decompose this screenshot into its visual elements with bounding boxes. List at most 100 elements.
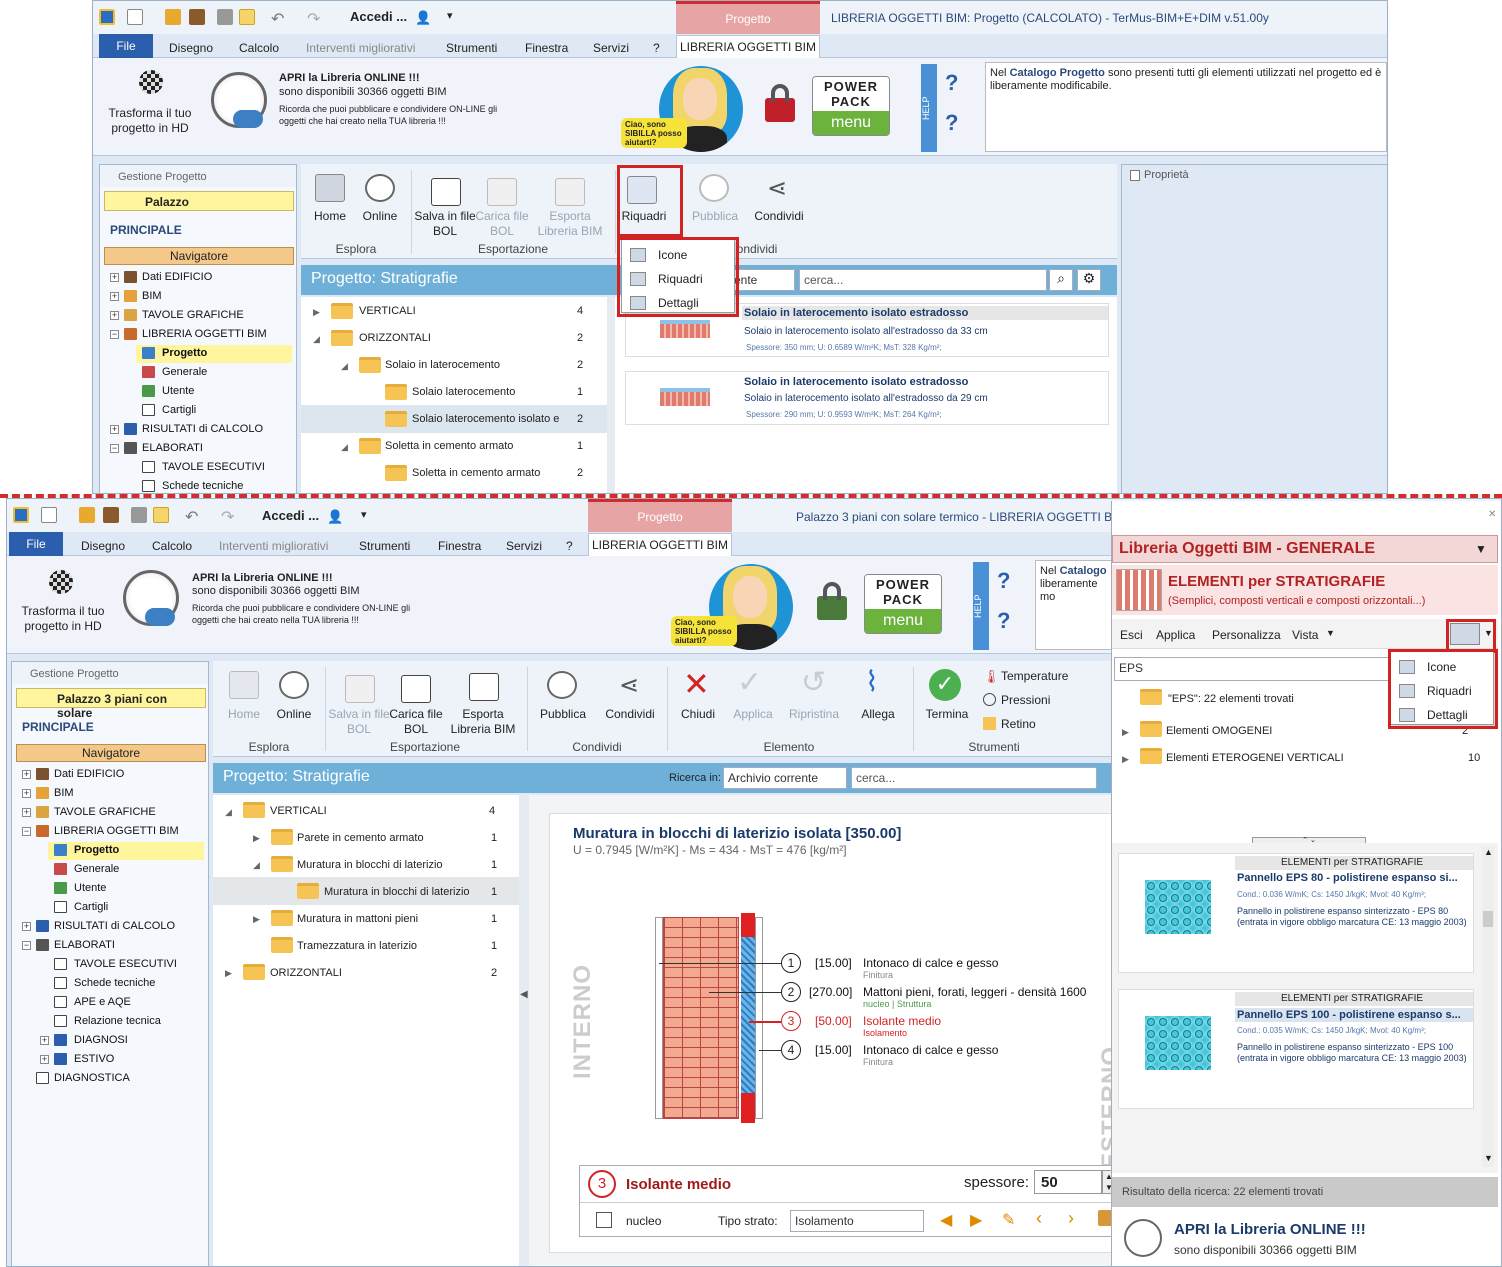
menu-vista[interactable]: Vista (1292, 628, 1318, 642)
app-logo-icon[interactable] (99, 9, 115, 25)
tree-risultati[interactable]: RISULTATI di CALCOLO (54, 920, 175, 932)
menu-calcolo[interactable]: Calcolo (152, 539, 192, 553)
material-card[interactable]: ELEMENTI per STRATIGRAFIE Pannello EPS 1… (1118, 989, 1474, 1109)
tree-tavole[interactable]: TAVOLE GRAFICHE (142, 309, 244, 321)
layer-num[interactable]: 1 (781, 953, 801, 973)
hd-icon[interactable] (139, 70, 163, 94)
search-input[interactable]: cerca... (851, 767, 1097, 789)
retino-button[interactable]: Retino (1001, 717, 1036, 732)
tree-tavole[interactable]: TAVOLE GRAFICHE (54, 806, 156, 818)
menu-servizi[interactable]: Servizi (506, 539, 542, 553)
scroll-thumb[interactable] (1483, 911, 1493, 927)
redo-icon[interactable]: ↷ (307, 9, 320, 29)
collapse-arrow[interactable]: ◢ (341, 442, 348, 453)
help-tab[interactable]: HELP (921, 64, 937, 152)
redo-icon[interactable]: ↷ (221, 507, 234, 527)
load-bol-button[interactable]: Carica file BOL (473, 209, 531, 239)
expand-arrow[interactable]: ▶ (313, 307, 320, 318)
tree-elaborati[interactable]: ELABORATI (142, 442, 203, 454)
online-footer[interactable]: APRI la Libreria ONLINE !!! sono disponi… (1112, 1211, 1498, 1266)
menu-strumenti[interactable]: Strumenti (446, 41, 497, 55)
print-icon[interactable] (217, 9, 233, 25)
save-bol-button[interactable]: Salva in file BOL (327, 707, 391, 737)
vista-dropdown-icon[interactable]: ▼ (1326, 628, 1335, 638)
save-icon[interactable] (103, 507, 119, 523)
tree-ape[interactable]: APE e AQE (74, 996, 131, 1008)
expand-box[interactable]: + (40, 1036, 49, 1045)
help-question-icon[interactable]: ? (945, 70, 958, 96)
help-video-icon[interactable]: ? (997, 608, 1010, 634)
power-pack-button[interactable]: POWER PACK menu (812, 76, 890, 136)
tree-relazione[interactable]: Relazione tecnica (74, 1015, 161, 1027)
expand-arrow[interactable]: ▶ (253, 833, 260, 844)
home-button[interactable]: Home (305, 209, 355, 224)
expand-box[interactable]: + (110, 292, 119, 301)
menu-finestra[interactable]: Finestra (525, 41, 568, 55)
user-icon[interactable]: 👤 (415, 10, 431, 26)
menu-help[interactable]: ? (566, 539, 573, 553)
tree-libreria[interactable]: LIBRERIA OGGETTI BIM (142, 328, 267, 340)
transform-hd-button[interactable]: Trasforma il tuo progetto in HD (105, 106, 195, 136)
hd-icon[interactable] (49, 570, 73, 594)
tree-tavole-esecutivi[interactable]: TAVOLE ESECUTIVI (74, 958, 177, 970)
folder-label[interactable]: Parete in cemento armato (297, 832, 424, 844)
nucleo-checkbox[interactable] (596, 1212, 612, 1228)
splitter[interactable] (519, 795, 529, 1266)
add-after-icon[interactable]: ▶ (970, 1210, 982, 1230)
applica-button[interactable]: Applica (725, 707, 781, 722)
spessore-input[interactable]: 50 (1034, 1170, 1102, 1194)
user-icon[interactable]: 👤 (327, 509, 343, 525)
scroll-down-icon[interactable]: ▼ (1484, 1153, 1493, 1163)
expand-box[interactable]: + (110, 425, 119, 434)
library-search-input[interactable]: EPS (1114, 657, 1390, 681)
menu-calcolo[interactable]: Calcolo (239, 41, 279, 55)
folder-label[interactable]: VERTICALI (270, 805, 327, 817)
allega-button[interactable]: Allega (853, 707, 903, 722)
tree-utente[interactable]: Utente (162, 385, 194, 397)
collapse-arrow[interactable]: ◢ (341, 361, 348, 372)
layer-name[interactable]: Isolante medio (863, 1014, 941, 1028)
menu-interventi[interactable]: Interventi migliorativi (306, 41, 415, 55)
tree-schede[interactable]: Schede tecniche (162, 480, 243, 492)
settings-icon[interactable]: ⚙ (1077, 269, 1101, 291)
tree-progetto[interactable]: Progetto (162, 347, 207, 359)
menu-servizi[interactable]: Servizi (593, 41, 629, 55)
expand-box[interactable]: + (22, 808, 31, 817)
help-video-icon[interactable]: ? (945, 110, 958, 136)
online-button[interactable]: Online (355, 209, 405, 224)
search-input[interactable]: cerca... (799, 269, 1047, 291)
tree-estivo[interactable]: ESTIVO (74, 1053, 114, 1065)
menu-esci[interactable]: Esci (1120, 628, 1143, 642)
add-before-icon[interactable]: ◀ (940, 1210, 952, 1230)
folder-label[interactable]: Muratura in mattoni pieni (297, 913, 418, 925)
folder-label[interactable]: Tramezzatura in laterizio (297, 940, 417, 952)
cards-scrollbar[interactable]: ▲ ▼ (1482, 847, 1494, 1167)
tree-libreria[interactable]: LIBRERIA OGGETTI BIM (54, 825, 179, 837)
tree-progetto-row[interactable] (48, 842, 204, 860)
menu-interventi[interactable]: Interventi migliorativi (219, 539, 328, 553)
tab-libreria[interactable]: LIBRERIA OGGETTI BIM (676, 35, 820, 58)
menu-disegno[interactable]: Disegno (169, 41, 213, 55)
layer-num[interactable]: 2 (781, 982, 801, 1002)
help-question-icon[interactable]: ? (997, 568, 1010, 594)
ricerca-scope-combo[interactable]: Archivio corrente (723, 767, 847, 789)
tree-dati[interactable]: Dati EDIFICIO (142, 271, 212, 283)
folder-label[interactable]: Soletta in cemento armato (412, 467, 540, 479)
layer-num[interactable]: 4 (781, 1040, 801, 1060)
customize-icon[interactable]: ▾ (361, 508, 367, 521)
layer-name[interactable]: Mattoni pieni, forati, leggeri - densità… (863, 985, 1086, 999)
tree-cartigli[interactable]: Cartigli (162, 404, 196, 416)
customize-icon[interactable]: ▾ (447, 9, 453, 22)
pressioni-button[interactable]: Pressioni (1001, 693, 1050, 708)
pubblica-button[interactable]: Pubblica (531, 707, 595, 722)
tree-bim[interactable]: BIM (54, 787, 74, 799)
tree-dati[interactable]: Dati EDIFICIO (54, 768, 124, 780)
open-folder-icon[interactable] (79, 507, 95, 523)
expand-box[interactable]: + (110, 311, 119, 320)
library-title[interactable]: Libreria Oggetti BIM - GENERALE (1119, 540, 1375, 558)
menu-personalizza[interactable]: Personalizza (1212, 628, 1281, 642)
group-label[interactable]: Elementi OMOGENEI (1166, 725, 1272, 737)
expand-box[interactable]: + (22, 922, 31, 931)
online-title[interactable]: APRI la Libreria ONLINE !!! (279, 72, 420, 84)
delete-icon[interactable] (1098, 1210, 1112, 1226)
